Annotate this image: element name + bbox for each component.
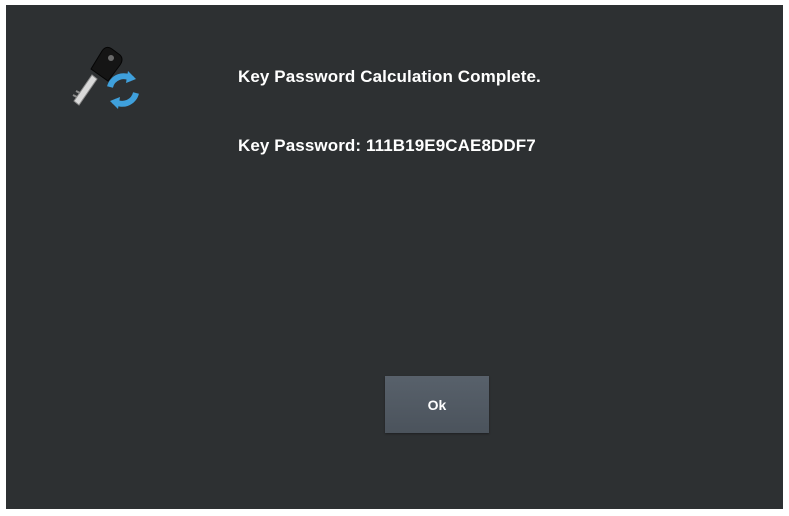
key-password-text: Key Password: 111B19E9CAE8DDF7 — [238, 136, 536, 155]
ok-button[interactable]: Ok — [385, 376, 489, 433]
key-password-dialog: Key Password Calculation Complete. Key P… — [6, 5, 783, 509]
dialog-title: Key Password Calculation Complete. — [238, 67, 541, 86]
key-refresh-icon — [66, 45, 140, 109]
